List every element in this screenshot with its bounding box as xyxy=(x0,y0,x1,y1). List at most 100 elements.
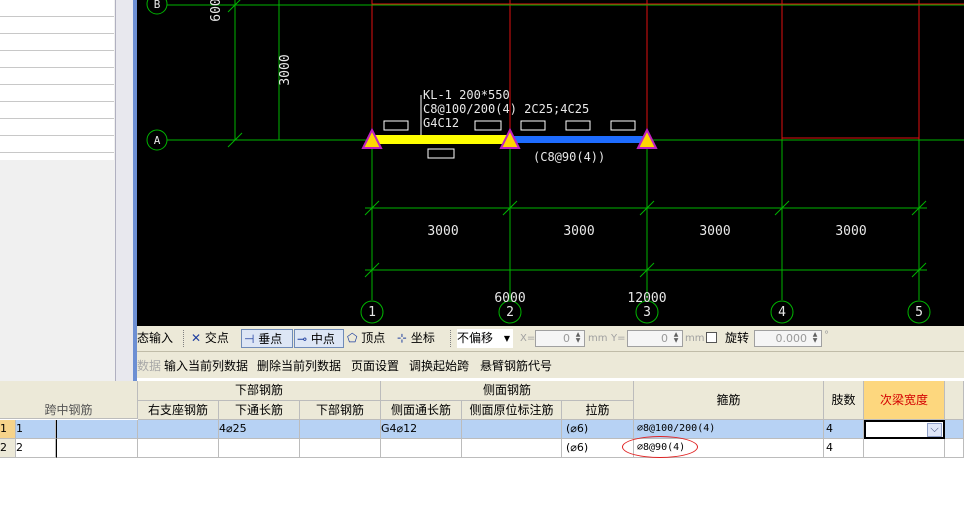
vertex-label: 顶点 xyxy=(361,331,386,345)
intersection-label: 交点 xyxy=(204,331,229,345)
cantilever-rebar-code-button[interactable]: 悬臂钢筋代号 xyxy=(480,357,552,374)
page-setup-button[interactable]: 页面设置 xyxy=(351,357,399,374)
header-tie-bar: 拉筋 xyxy=(562,401,634,420)
offset-select-value: 不偏移 xyxy=(457,331,494,345)
intersection-icon: ✕ xyxy=(191,331,202,345)
list-item[interactable] xyxy=(0,102,114,119)
vertex-icon: ⬠ xyxy=(347,331,358,345)
beam-span-stirrup-label: (C8@90(4)) xyxy=(533,150,605,164)
beam-label-line2: C8@100/200(4) 2C25;4C25 xyxy=(423,102,589,116)
beam-span-2[interactable] xyxy=(510,136,647,143)
header-secondary-beam-width[interactable]: 次梁宽度 xyxy=(864,381,945,420)
vertical-scrollbar[interactable] xyxy=(115,0,134,410)
spinner-icon[interactable]: ▲ ▼ xyxy=(810,332,820,345)
midpoint-label: 中点 xyxy=(310,332,335,346)
list-item[interactable] xyxy=(0,51,114,68)
header-side-rebar-group: 侧面钢筋 xyxy=(381,381,634,401)
span-cell[interactable]: 2 xyxy=(16,439,56,458)
stirrup-cell[interactable]: ⌀8@90(4) xyxy=(622,436,824,458)
list-item[interactable] xyxy=(0,68,114,85)
intersection-snap-button[interactable]: ✕ 交点 xyxy=(191,329,229,348)
perpendicular-icon: ⊣ xyxy=(244,332,255,346)
midpoint-icon: ⊸ xyxy=(297,332,308,346)
header-bottom-through-rebar: 下通长筋 xyxy=(219,401,300,420)
list-item[interactable] xyxy=(0,85,114,102)
list-item[interactable] xyxy=(0,17,114,34)
header-side-through-rebar: 侧面通长筋 xyxy=(381,401,462,420)
spinner-icon[interactable]: ▲ ▼ xyxy=(573,332,583,345)
swap-start-span-button[interactable]: 调换起始跨 xyxy=(409,357,469,374)
axis-label-1: 1 xyxy=(368,305,376,320)
bottom-rebar-cell[interactable] xyxy=(300,439,381,458)
perpendicular-snap-button[interactable]: ⊣ 垂点 xyxy=(241,329,293,348)
rotate-checkbox[interactable] xyxy=(706,332,717,343)
axis-label-5: 5 xyxy=(915,305,923,320)
spinner-icon[interactable]: ▲ ▼ xyxy=(671,332,681,345)
header-side-marked-rebar: 侧面原位标注筋 xyxy=(462,401,562,420)
x-label: X= xyxy=(520,333,536,344)
truncated-cell xyxy=(945,420,964,439)
y-coordinate-input[interactable]: 0 ▲ ▼ xyxy=(627,330,683,347)
beam-label-line1: KL-1 200*550 xyxy=(423,88,510,102)
right-support-cell[interactable] xyxy=(138,439,219,458)
list-item[interactable] xyxy=(0,119,114,136)
delete-current-column-button[interactable]: 删除当前列数据 xyxy=(257,357,341,374)
header-span-mid-rebar: 跨中钢筋 xyxy=(0,381,138,419)
dim-total-2: 12000 xyxy=(627,291,666,306)
dim-span-4: 3000 xyxy=(835,224,866,239)
bottom-rebar-cell[interactable] xyxy=(300,420,381,439)
header-stirrup: 箍筋 xyxy=(634,381,824,420)
side-marked-cell[interactable] xyxy=(462,420,562,439)
list-item[interactable] xyxy=(0,136,114,153)
dim-span-3: 3000 xyxy=(699,224,730,239)
legs-cell[interactable]: 4 xyxy=(824,420,864,439)
dropdown-arrow-icon: ▼ xyxy=(503,334,510,343)
x-unit: mm xyxy=(588,333,608,344)
header-bottom-rebar: 下部钢筋 xyxy=(300,401,381,420)
beam-rebar-table[interactable]: 跨中钢筋 下部钢筋 侧面钢筋 右支座钢筋 下通长筋 下部钢筋 侧面通长筋 侧面原… xyxy=(0,381,964,461)
component-list[interactable] xyxy=(0,0,114,160)
span-cell[interactable]: 1 xyxy=(16,420,56,439)
side-through-cell[interactable]: G4⌀12 xyxy=(381,420,462,439)
dim-vertical-600: 600 xyxy=(209,0,224,22)
drawing-svg[interactable]: A B 1 2 3 4 5 3000 3000 3000 3000 6000 1… xyxy=(137,0,964,326)
dropdown-arrow-icon[interactable]: ⌵ xyxy=(927,423,942,437)
input-current-column-button[interactable]: 输入当前列数据 xyxy=(164,357,248,374)
cad-drawing-canvas[interactable]: A B 1 2 3 4 5 3000 3000 3000 3000 6000 1… xyxy=(137,0,964,326)
secondary-beam-width-dropdown[interactable]: ⌵ xyxy=(864,420,945,439)
beam-span-1[interactable] xyxy=(372,135,510,144)
coordinate-snap-button[interactable]: ⊹ 坐标 xyxy=(397,329,435,348)
axis-label-4: 4 xyxy=(778,305,786,320)
dim-total-1: 6000 xyxy=(494,291,525,306)
y-coordinate-value: 0 xyxy=(661,332,668,345)
span-mid-rebar-cell[interactable] xyxy=(56,420,138,439)
table-command-toolbar: 数据 输入当前列数据 删除当前列数据 页面设置 调换起始跨 悬臂钢筋代号 xyxy=(137,352,964,378)
perpendicular-label: 垂点 xyxy=(258,332,283,346)
side-marked-cell[interactable] xyxy=(462,439,562,458)
span-mid-rebar-cell[interactable] xyxy=(56,439,138,458)
offset-select[interactable]: 不偏移 ▼ xyxy=(457,329,513,348)
dim-span-2: 3000 xyxy=(563,224,594,239)
midpoint-snap-button[interactable]: ⊸ 中点 xyxy=(294,329,344,348)
bottom-through-cell[interactable]: 4⌀25 xyxy=(219,420,300,439)
degree-symbol: ° xyxy=(824,330,829,341)
row-header[interactable]: 2 xyxy=(0,439,16,458)
list-item[interactable] xyxy=(0,0,114,17)
right-support-cell[interactable] xyxy=(138,420,219,439)
vertex-snap-button[interactable]: ⬠ 顶点 xyxy=(347,329,385,348)
row-header[interactable]: 1 xyxy=(0,420,16,439)
truncated-command[interactable]: 数据 xyxy=(137,357,161,374)
highlight-ellipse xyxy=(622,436,698,458)
rotate-label: 旋转 xyxy=(725,331,750,345)
legs-cell[interactable]: 4 xyxy=(824,439,864,458)
tie-bar-cell[interactable]: (⌀6) xyxy=(562,420,634,439)
x-coordinate-input[interactable]: 0 ▲ ▼ xyxy=(535,330,585,347)
list-item[interactable] xyxy=(0,34,114,51)
axis-label-3: 3 xyxy=(643,305,651,320)
header-truncated xyxy=(945,381,964,420)
dynamic-input-button[interactable]: 态输入 xyxy=(137,329,173,348)
secondary-beam-width-cell[interactable] xyxy=(864,439,945,458)
rotate-angle-input[interactable]: 0.000 ▲ ▼ xyxy=(754,330,822,347)
side-through-cell[interactable] xyxy=(381,439,462,458)
bottom-through-cell[interactable] xyxy=(219,439,300,458)
